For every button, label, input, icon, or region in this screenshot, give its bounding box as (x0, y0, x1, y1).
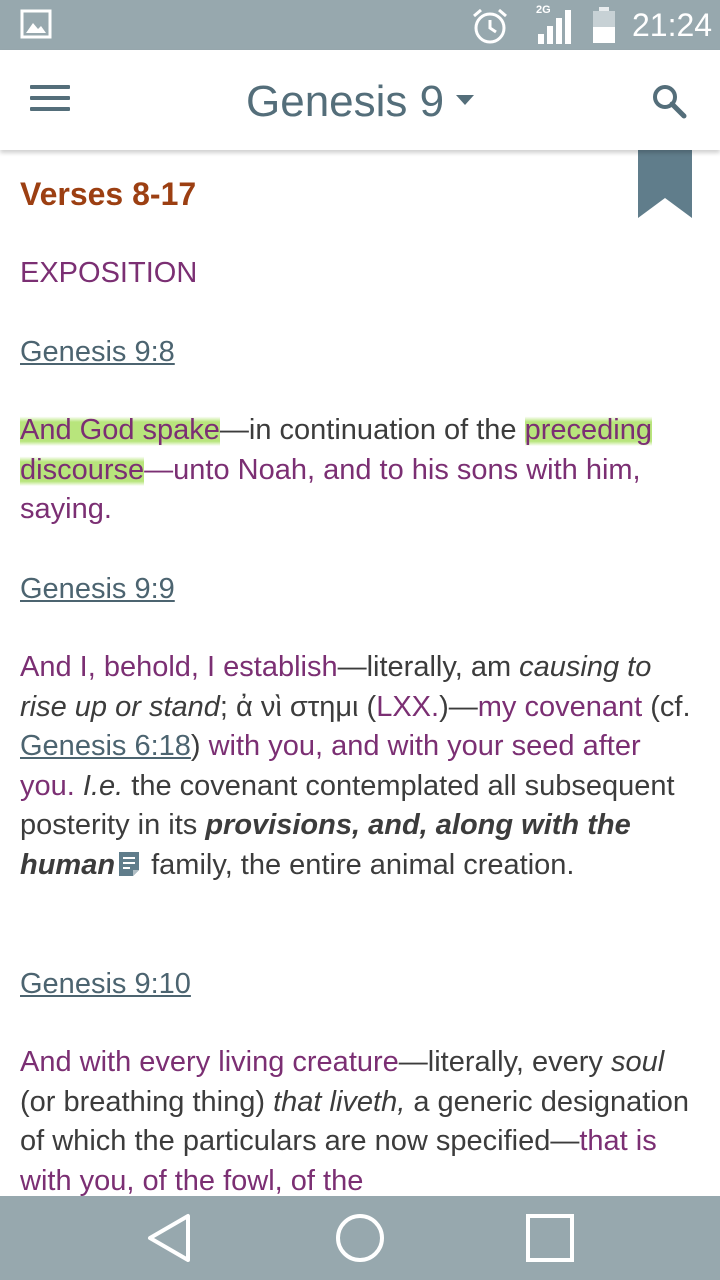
bookmark-icon[interactable] (638, 150, 692, 218)
scripture-text: my covenant (477, 690, 643, 723)
commentary-paragraph: And with every living creature—literally… (20, 1043, 700, 1196)
commentary-paragraph: And I, behold, I establish—literally, am… (20, 648, 700, 885)
page-title: Genesis 9 (246, 77, 445, 126)
paragraph-text: )— (439, 690, 478, 723)
paragraph-text: —literally, every (398, 1046, 611, 1078)
note-icon[interactable] (117, 850, 141, 878)
commentary-content[interactable]: Verses 8-17 EXPOSITION Genesis 9:8 And G… (0, 150, 720, 1196)
paragraph-text: (or breathing thing) (20, 1085, 274, 1118)
paragraph-text: family, the entire animal creation. (143, 848, 575, 881)
paragraph-text: (cf. (642, 690, 691, 723)
status-time: 21:24 (632, 7, 713, 43)
scripture-text: And I, behold, I establish (20, 651, 338, 683)
scripture-text: And with every living creature (20, 1046, 399, 1078)
paragraph-text (75, 770, 83, 802)
search-icon[interactable] (650, 82, 690, 122)
commentary-paragraph: And God spake—in continuation of the pre… (20, 411, 700, 530)
paragraph-text: ) (190, 730, 209, 762)
alarm-icon (470, 6, 510, 46)
dropdown-caret-icon (456, 95, 475, 105)
italic-text: that liveth, (273, 1085, 406, 1118)
recents-icon[interactable] (522, 1210, 578, 1266)
greek-text: ἀ νὶ στημι (236, 690, 359, 723)
home-icon[interactable] (332, 1210, 388, 1266)
back-icon[interactable] (142, 1210, 198, 1266)
menu-icon[interactable] (30, 85, 70, 115)
chapter-selector[interactable]: Genesis 9 (246, 74, 475, 130)
highlighted-text[interactable]: And God spake (20, 414, 220, 446)
section-label: EXPOSITION (20, 257, 198, 289)
paragraph-text: ( (358, 690, 377, 723)
battery-icon (591, 6, 617, 44)
navigation-bar (0, 1196, 720, 1280)
image-notification-icon (20, 9, 52, 39)
verses-heading: Verses 8-17 (20, 176, 197, 212)
italic-text: soul (610, 1046, 665, 1078)
status-bar: 2G 21:24 (0, 0, 720, 50)
verse-link-genesis-9-8[interactable]: Genesis 9:8 (20, 332, 175, 372)
scripture-text: LXX. (376, 690, 440, 723)
cross-reference-link[interactable]: Genesis 6:18 (20, 730, 191, 762)
paragraph-text: —literally, am (337, 651, 520, 683)
signal-icon: 2G (536, 4, 578, 46)
paragraph-text: ; (219, 690, 237, 723)
verse-link-genesis-9-10[interactable]: Genesis 9:10 (20, 964, 191, 1004)
app-bar: Genesis 9 (0, 50, 720, 150)
network-type-label: 2G (536, 4, 551, 16)
verse-link-genesis-9-9[interactable]: Genesis 9:9 (20, 569, 175, 609)
paragraph-text: —in continuation of the (219, 414, 517, 446)
italic-text: I.e. (82, 769, 124, 802)
